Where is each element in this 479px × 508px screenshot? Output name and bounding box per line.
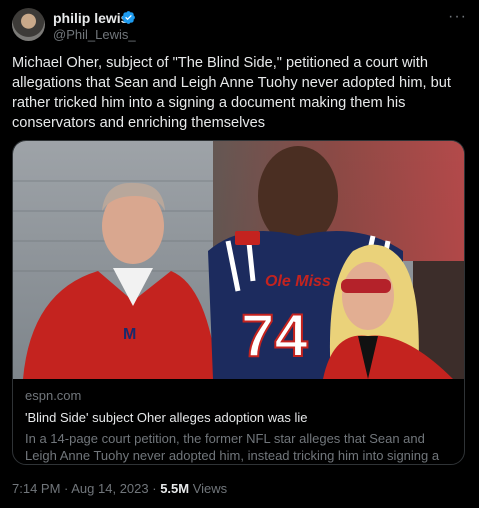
footer-separator: · [60,481,72,496]
tweet-footer: 7:14 PM · Aug 14, 2023 · 5.5M Views [12,481,227,496]
author-handle[interactable]: @Phil_Lewis_ [53,27,136,42]
views-label[interactable]: Views [193,481,227,496]
tweet-time[interactable]: 7:14 PM [12,481,60,496]
footer-separator: · [148,481,161,496]
more-options-icon[interactable]: ··· [448,8,467,26]
link-card-description: In a 14-page court petition, the former … [25,431,440,463]
link-card-title[interactable]: 'Blind Side' subject Oher alleges adopti… [25,410,455,425]
jersey-number: 74 [241,302,308,369]
tweet-text: Michael Oher, subject of "The Blind Side… [12,55,451,131]
link-card-photo: M Ole Miss 74 [13,141,464,379]
tweet-date[interactable]: Aug 14, 2023 [71,481,148,496]
verified-badge-icon[interactable] [121,10,136,25]
tweet-header: philip lewis @Phil_Lewis_ ··· [12,8,467,42]
link-card[interactable]: M Ole Miss 74 espn.com 'Blind Side' subj… [12,140,465,465]
jacket-logo: M [123,326,136,343]
avatar[interactable] [12,8,45,41]
jersey-text: Ole Miss [265,273,331,290]
link-card-domain[interactable]: espn.com [25,388,455,403]
link-card-image[interactable]: M Ole Miss 74 [13,141,464,379]
views-count[interactable]: 5.5M [160,481,189,496]
author-display-name[interactable]: philip lewis [53,10,128,26]
